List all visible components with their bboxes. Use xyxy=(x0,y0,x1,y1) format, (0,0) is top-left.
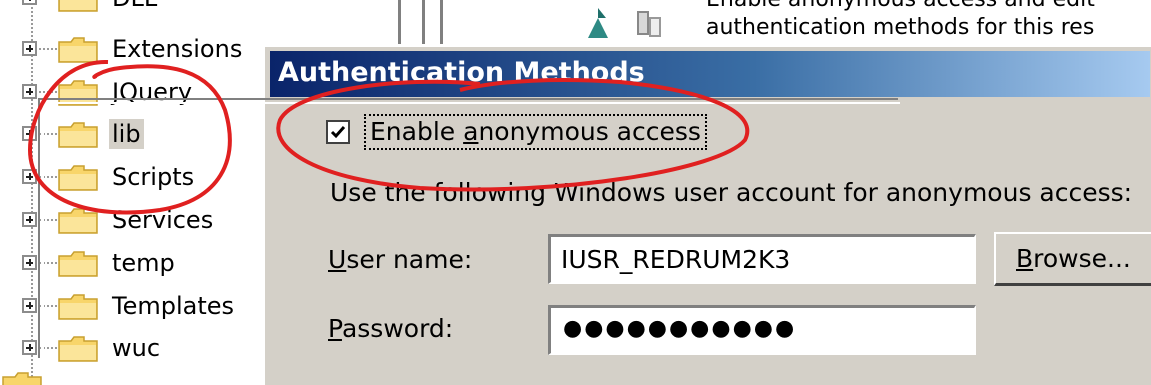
expand-plus-icon[interactable] xyxy=(22,84,37,99)
tree-item-label: Extensions xyxy=(112,35,243,63)
dialog-title: Authentication Methods xyxy=(278,57,645,88)
expand-plus-icon[interactable] xyxy=(22,0,37,5)
folder-icon xyxy=(2,372,42,385)
anonymous-access-checkbox[interactable] xyxy=(326,120,350,144)
tree-item-label: DLL xyxy=(112,0,157,13)
folder-icon xyxy=(58,0,98,12)
user-icon xyxy=(588,8,608,38)
password-label: Password: xyxy=(328,314,454,343)
password-input[interactable]: ●●●●●●●●●●● xyxy=(548,305,976,355)
user-name-label: User name: xyxy=(328,245,473,274)
tree-item-extensions[interactable]: Extensions xyxy=(0,29,262,69)
tree-item-dll[interactable]: DLL xyxy=(0,0,262,18)
account-instruction-text: Use the following Windows user account f… xyxy=(330,178,1133,207)
expand-plus-icon[interactable] xyxy=(22,298,37,313)
background-description: Enable anonymous access and edit authent… xyxy=(706,0,1095,40)
checkmark-icon xyxy=(330,126,346,139)
screenshot-stage: DLL Extensions JQuery lib Scripts xyxy=(0,0,1151,385)
expand-plus-icon[interactable] xyxy=(22,169,37,184)
anonymous-access-row[interactable]: Enable anonymous access xyxy=(318,110,748,154)
background-properties-page: Enable anonymous access and edit authent… xyxy=(262,0,1151,44)
anonymous-access-label[interactable]: Enable anonymous access xyxy=(364,114,707,150)
expand-plus-icon[interactable] xyxy=(22,255,37,270)
folder-icon xyxy=(58,37,98,63)
dialog-titlebar[interactable]: Authentication Methods xyxy=(270,51,1150,97)
expand-plus-icon[interactable] xyxy=(22,212,37,227)
expand-plus-icon[interactable] xyxy=(22,126,37,141)
expand-plus-icon[interactable] xyxy=(22,41,37,56)
expand-plus-icon[interactable] xyxy=(22,340,37,355)
user-name-input[interactable] xyxy=(548,234,976,284)
key-icon xyxy=(637,11,661,37)
browse-button[interactable]: Browse... xyxy=(994,232,1151,286)
